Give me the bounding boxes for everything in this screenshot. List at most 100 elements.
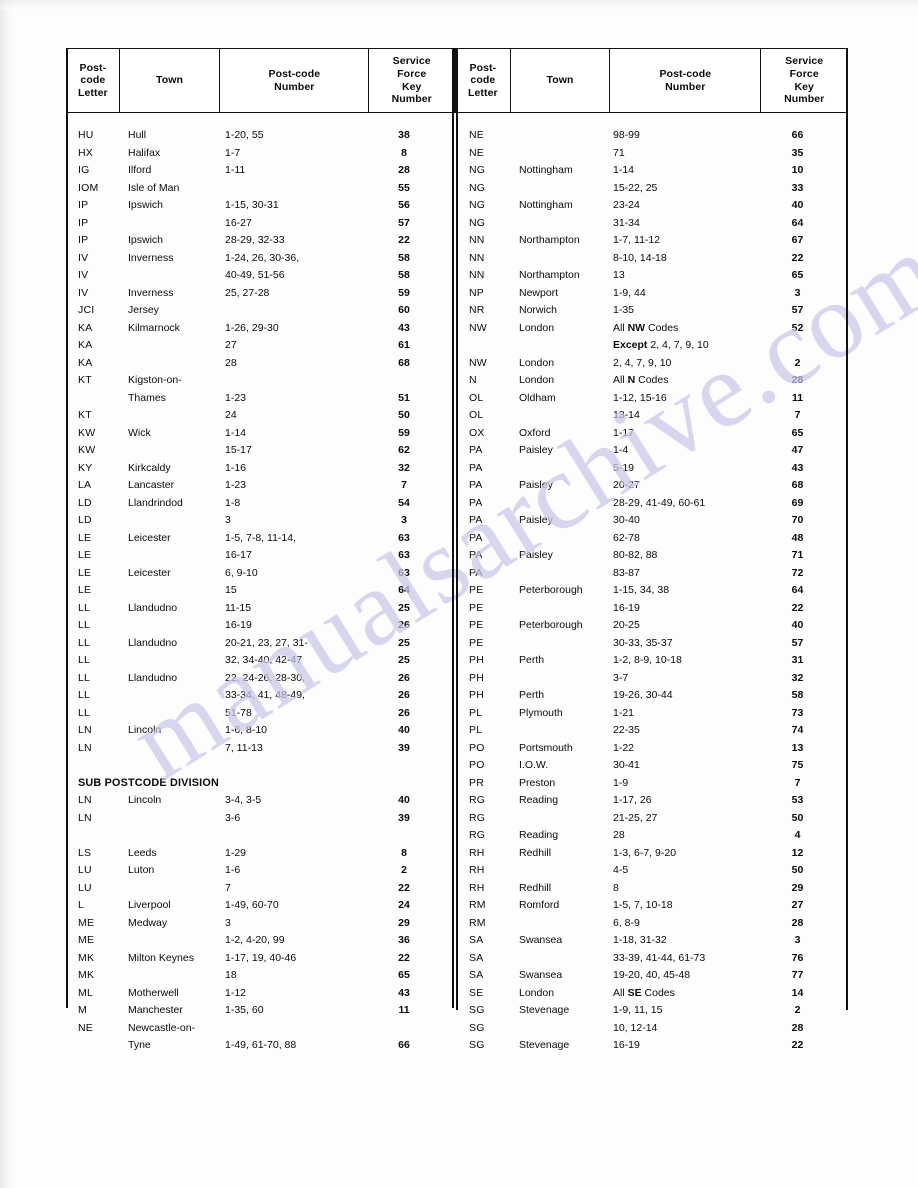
cell-postcode-letter: OL [469,391,484,404]
page-edge-shadow-top [0,0,918,10]
cell-town: Kigston-on- [128,374,182,386]
cell-town: London [519,321,555,334]
cell-town: Lincoln [128,724,162,736]
header-service-force-key-number: Service Force Key Number [368,49,454,112]
cell-postcode-number: 1-6, 8-10 [225,724,268,736]
cell-postcode-number: 1-49, 61-70, 88 [225,1039,297,1051]
cell-service-force-key-number: 57 [791,636,804,649]
cell-postcode-letter: LE [78,549,92,561]
table-row: HX Halifax 1-7 8 [66,145,455,163]
table-row: NP Newport 1-9, 44 3 [455,285,848,303]
cell-postcode-number: 1-3, 6-7, 9-20 [613,846,677,859]
cell-postcode-letter: KW [78,426,96,439]
table-row: ME 1-2, 4-20, 99 36 [66,932,455,950]
cell-town: Llandudno [128,636,178,649]
cell-service-force-key-number: 7 [794,409,801,421]
table-row: LL 51-78 26 [66,705,455,723]
table-row: LU Luton 1-6 2 [66,862,455,880]
cell-service-force-key-number: 40 [791,619,804,631]
cell-town: Halifax [128,146,161,159]
cell-postcode-number: 19-20, 40, 45-48 [613,969,691,981]
table-row: RM 6, 8-9 28 [455,915,848,933]
cell-postcode-number: 1-26, 29-30 [225,321,279,334]
cell-postcode-number: 22, 24-26, 28-30, [225,671,305,684]
cell-postcode-letter: NN [469,251,485,264]
cell-postcode-number: 1-15, 34, 38 [613,584,670,596]
cell-postcode-number: 1-8 [225,496,241,509]
cell-postcode-letter: LL [78,619,91,631]
cell-postcode-number: 71 [613,146,625,159]
cell-service-force-key-number: 22 [791,251,804,264]
table-row: MK 18 65 [66,967,455,985]
cell-postcode-letter: PA [469,549,483,561]
cell-service-force-key-number: 29 [791,881,804,894]
table-row: NW London 2, 4, 7, 9, 10 2 [455,355,848,373]
cell-town: Isle of Man [128,181,180,194]
cell-postcode-letter: PA [469,479,483,491]
cell-postcode-number: 7, 11-13 [225,741,263,754]
table-row: KY Kirkcaldy 1-16 32 [66,460,455,478]
cell-postcode-letter: HX [78,146,93,159]
cell-service-force-key-number: 3 [401,514,407,526]
cell-postcode-letter: LN [78,741,92,754]
cell-postcode-letter: ME [78,934,95,946]
cell-postcode-number: 7 [225,881,231,894]
cell-service-force-key-number: 72 [791,566,804,579]
cell-postcode-number: 1-20, 55 [225,129,264,141]
cell-postcode-letter: JCI [78,304,95,316]
table-body-left: HU Hull 1-20, 55 38 HX Halifax 1-7 8 IG Ilford 1-1… [66,127,455,1055]
cell-service-force-key-number: 26 [398,671,410,684]
table-row: LL 16-19 26 [66,617,455,635]
table-row: ML Motherwell 1-12 43 [66,985,455,1003]
cell-service-force-key-number: 65 [791,426,804,439]
cell-postcode-number: 23-24 [613,199,640,211]
table-row: PE Peterborough 1-15, 34, 38 64 [455,582,848,600]
cell-town: Hull [128,129,147,141]
cell-postcode-letter: PH [469,654,484,666]
cell-postcode-number: 1-11 [225,164,246,176]
cell-town: Manchester [128,1004,183,1016]
cell-town: Ipswich [128,234,164,246]
cell-town: I.O.W. [519,759,549,771]
table-row: PE 30-33, 35-37 57 [455,635,848,653]
cell-postcode-number: 8-10, 14-18 [613,251,667,264]
table-row: PE 16-19 22 [455,600,848,618]
table-row: LL 33-34, 41, 48-49, 26 [66,687,455,705]
cell-service-force-key-number: 26 [398,706,410,719]
table-row: JCI Jersey 60 [66,302,455,320]
cell-service-force-key-number: 22 [791,1039,804,1051]
cell-postcode-letter: SG [469,1021,485,1034]
cell-postcode-number: 33-39, 41-44, 61-73 [613,951,706,964]
cell-postcode-letter: NE [78,1021,93,1034]
cell-postcode-number: 28 [225,356,237,369]
cell-postcode-letter: RH [469,881,485,894]
table-row: HU Hull 1-20, 55 38 [66,127,455,145]
cell-postcode-letter: NG [469,164,486,176]
cell-service-force-key-number: 35 [791,146,804,159]
cell-postcode-letter: KT [78,374,92,386]
cell-town: Romford [519,899,560,911]
cell-service-force-key-number: 2 [794,1004,801,1016]
cell-postcode-letter: LL [78,671,91,684]
cell-town: Ipswich [128,199,164,211]
table-header-right: Post- code Letter Town Post-code Number … [455,48,848,113]
table-row: SA Swansea 19-20, 40, 45-48 77 [455,967,848,985]
cell-town: Leicester [128,531,171,544]
header-line: Post- [469,61,497,74]
cell-postcode-letter: PR [469,776,484,789]
table-border-left [66,48,68,1008]
header-line: Force [789,67,819,80]
cell-town: Northampton [519,234,580,246]
cell-postcode-number: 5-19 [613,461,635,474]
cell-postcode-letter: SA [469,969,484,981]
cell-postcode-number: Except 2, 4, 7, 9, 10 [613,339,709,351]
cell-service-force-key-number: 25 [398,654,410,666]
table-row: SA Swansea 1-18, 31-32 3 [455,932,848,950]
table-row: PH Perth 19-26, 30-44 58 [455,687,848,705]
cell-postcode-letter: LL [78,706,91,719]
cell-service-force-key-number: 3 [794,934,801,946]
cell-postcode-number: 13 [613,269,625,281]
cell-postcode-letter: LD [78,496,92,509]
cell-service-force-key-number: 11 [791,391,804,404]
cell-postcode-letter: PH [469,671,484,684]
